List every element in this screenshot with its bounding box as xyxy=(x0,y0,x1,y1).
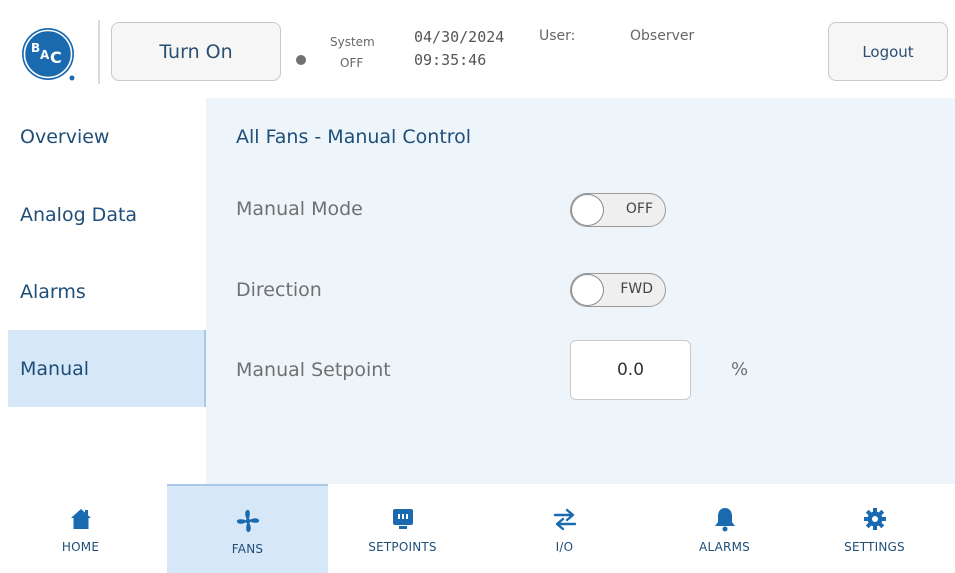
nav-fans[interactable]: FANS xyxy=(167,484,328,573)
setpoint-unit: % xyxy=(731,359,749,380)
toggle-knob xyxy=(571,274,604,306)
bottom-nav: HOME FANS SETPOINTS I/O ALARMS SETTINGS xyxy=(0,484,955,573)
bell-icon xyxy=(710,506,740,532)
header-time: 09:35:46 xyxy=(414,51,487,69)
nav-io[interactable]: I/O xyxy=(484,484,645,573)
system-status-indicator xyxy=(296,55,306,65)
system-state: OFF xyxy=(340,56,364,70)
system-label: System xyxy=(330,35,375,49)
sidebar-item-manual[interactable]: Manual xyxy=(8,330,206,407)
sidebar-nav: Overview Analog Data Alarms Manual xyxy=(0,98,206,484)
svg-text:C: C xyxy=(50,48,62,67)
nav-io-label: I/O xyxy=(555,540,574,554)
nav-settings[interactable]: SETTINGS xyxy=(794,484,955,573)
sidebar-item-overview[interactable]: Overview xyxy=(8,98,206,175)
svg-text:A: A xyxy=(40,48,50,62)
manual-mode-toggle[interactable]: OFF xyxy=(570,193,666,227)
nav-alarms-label: ALARMS xyxy=(699,540,750,554)
fan-icon xyxy=(233,508,263,534)
svg-text:B: B xyxy=(31,41,40,55)
bac-logo: B A C xyxy=(22,28,75,81)
nav-setpoints[interactable]: SETPOINTS xyxy=(322,484,483,573)
setpoints-icon xyxy=(388,506,418,532)
logout-button[interactable]: Logout xyxy=(828,22,948,81)
sidebar-item-alarms[interactable]: Alarms xyxy=(8,253,206,330)
nav-home[interactable]: HOME xyxy=(0,484,161,573)
nav-home-label: HOME xyxy=(61,540,100,554)
sidebar-item-analog-data[interactable]: Analog Data xyxy=(8,176,206,253)
nav-alarms[interactable]: ALARMS xyxy=(644,484,805,573)
direction-state: FWD xyxy=(620,281,653,297)
manual-mode-label: Manual Mode xyxy=(236,198,363,220)
header-divider xyxy=(98,20,100,84)
manual-setpoint-label: Manual Setpoint xyxy=(236,359,391,381)
nav-settings-label: SETTINGS xyxy=(844,540,905,554)
nav-fans-label: FANS xyxy=(231,542,264,556)
home-icon xyxy=(66,506,96,532)
user-label: User: xyxy=(539,28,576,44)
manual-mode-state: OFF xyxy=(625,201,653,217)
user-name: Observer xyxy=(630,28,695,44)
direction-label: Direction xyxy=(236,279,322,301)
direction-toggle[interactable]: FWD xyxy=(570,273,666,307)
page-title: All Fans - Manual Control xyxy=(236,126,472,148)
header-date: 04/30/2024 xyxy=(414,28,505,46)
io-arrows-icon xyxy=(550,506,580,532)
turn-on-button[interactable]: Turn On xyxy=(111,22,281,81)
nav-setpoints-label: SETPOINTS xyxy=(368,540,437,554)
toggle-knob xyxy=(571,194,604,226)
gear-icon xyxy=(860,506,890,532)
manual-setpoint-input[interactable] xyxy=(570,340,691,400)
main-panel: All Fans - Manual Control Manual Mode OF… xyxy=(206,98,955,484)
header-bar: B A C Turn On System OFF 04/30/2024 09:3… xyxy=(0,0,955,98)
